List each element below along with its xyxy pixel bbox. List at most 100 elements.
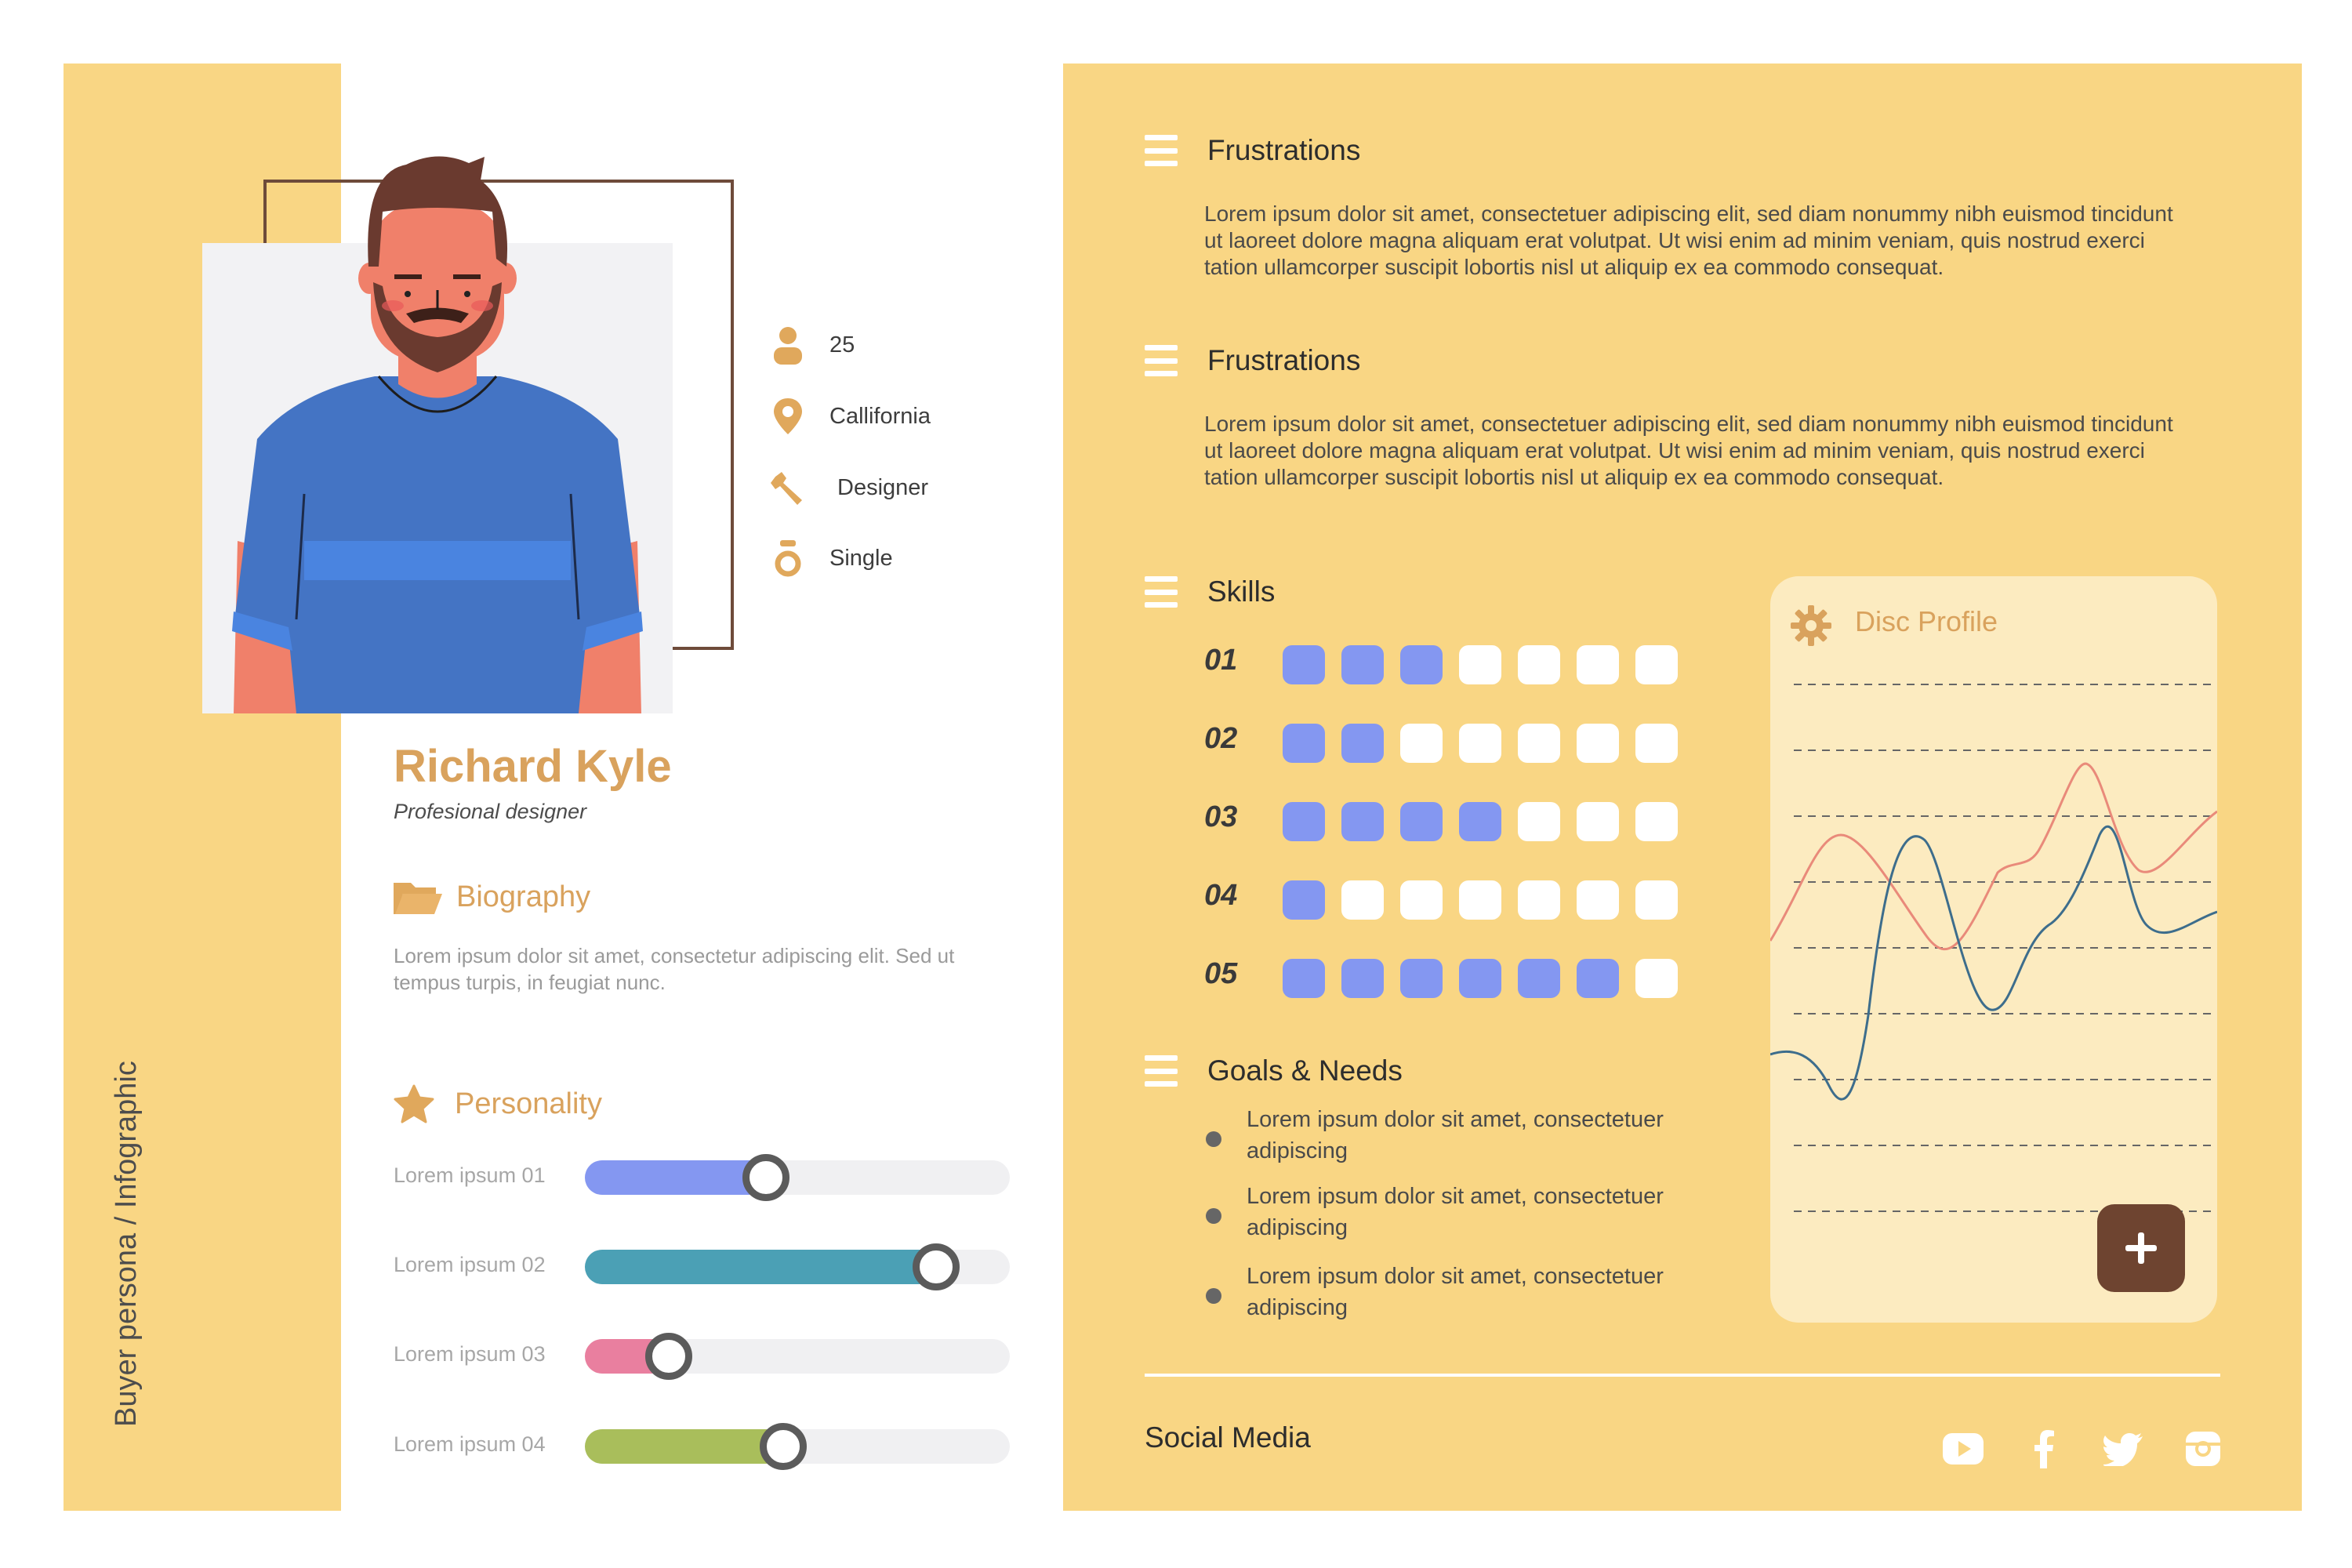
personality-label: Lorem ipsum 02 xyxy=(394,1253,546,1276)
personality-slider[interactable] xyxy=(585,1423,1010,1470)
slider-knob[interactable] xyxy=(760,1423,808,1470)
menu-lines-icon xyxy=(1145,345,1178,376)
info-age-text: 25 xyxy=(829,332,855,358)
person-role: Profesional designer xyxy=(394,800,587,823)
gear-icon xyxy=(1791,605,1831,650)
skill-dot-filled xyxy=(1459,802,1501,841)
skill-number: 02 xyxy=(1204,722,1238,755)
skill-dot-filled xyxy=(1283,802,1325,841)
skill-dot-empty xyxy=(1577,645,1619,684)
info-job: Designer xyxy=(770,467,928,508)
folder-icon xyxy=(394,883,442,914)
divider xyxy=(1145,1374,2220,1377)
personality-slider[interactable] xyxy=(585,1243,1010,1290)
skill-dot-empty xyxy=(1577,724,1619,763)
frustrations-title-1: Frustrations xyxy=(1207,134,1361,166)
skill-dot-empty xyxy=(1518,880,1560,920)
disc-line-blue xyxy=(1770,826,2217,1101)
slider-fill xyxy=(585,1160,767,1195)
personality-label: Lorem ipsum 03 xyxy=(394,1342,546,1366)
wrench-icon xyxy=(770,467,806,508)
frustrations-text-2: Lorem ipsum dolor sit amet, consectetuer… xyxy=(1204,412,2173,489)
disc-line-red xyxy=(1770,762,2217,951)
skill-dot-empty xyxy=(1459,724,1501,763)
info-status-text: Single xyxy=(829,545,893,571)
add-button[interactable] xyxy=(2097,1204,2185,1292)
skill-dot-empty xyxy=(1400,724,1443,763)
skill-dot-filled xyxy=(1459,959,1501,998)
frustrations-title-2: Frustrations xyxy=(1207,344,1361,376)
frustrations-heading-1: Frustrations xyxy=(1145,134,1360,167)
avatar xyxy=(232,156,643,713)
goals-title: Goals & Needs xyxy=(1207,1054,1403,1087)
personality-label: Lorem ipsum 01 xyxy=(394,1163,546,1187)
social-media-title: Social Media xyxy=(1145,1421,1311,1454)
disc-gridlines xyxy=(1794,684,2217,1212)
goal-bullet xyxy=(1206,1131,1221,1147)
skill-dot-empty xyxy=(1635,880,1678,920)
skill-dot-filled xyxy=(1283,880,1325,920)
menu-lines-icon xyxy=(1145,135,1178,166)
skill-dot-filled xyxy=(1400,802,1443,841)
twitter-icon[interactable] xyxy=(2103,1428,2144,1469)
goal-bullet xyxy=(1206,1208,1221,1224)
location-pin-icon xyxy=(770,396,806,437)
skill-dot-empty xyxy=(1635,802,1678,841)
slider-fill xyxy=(585,1250,937,1284)
user-icon xyxy=(770,325,806,365)
personality-slider[interactable] xyxy=(585,1154,1010,1201)
skill-dot-empty xyxy=(1577,880,1619,920)
goal-bullet xyxy=(1206,1288,1221,1304)
skill-number: 03 xyxy=(1204,800,1238,833)
star-icon xyxy=(394,1084,434,1123)
slider-knob[interactable] xyxy=(913,1243,960,1290)
skill-dot-empty xyxy=(1518,645,1560,684)
skill-dot-filled xyxy=(1341,959,1384,998)
frustrations-text-1: Lorem ipsum dolor sit amet, consectetuer… xyxy=(1204,201,2173,279)
skill-dot-filled xyxy=(1283,645,1325,684)
slider-knob[interactable] xyxy=(742,1154,790,1201)
skill-dot-filled xyxy=(1518,959,1560,998)
menu-lines-icon xyxy=(1145,1055,1178,1087)
skill-dot-empty xyxy=(1459,880,1501,920)
personality-label: Lorem ipsum 04 xyxy=(394,1432,546,1456)
skill-dot-empty xyxy=(1341,880,1384,920)
skill-dot-filled xyxy=(1400,645,1443,684)
info-status: Single xyxy=(770,538,893,579)
instagram-icon[interactable] xyxy=(2183,1428,2223,1469)
person-name: Richard Kyle xyxy=(394,741,672,792)
goals-heading: Goals & Needs xyxy=(1145,1054,1403,1087)
skill-dot-empty xyxy=(1635,645,1678,684)
info-location-text: Callifornia xyxy=(829,403,931,429)
biography-text: Lorem ipsum dolor sit amet, consectetur … xyxy=(394,944,955,994)
goal-item: Lorem ipsum dolor sit amet, consectetuer… xyxy=(1247,1184,1664,1240)
youtube-icon[interactable] xyxy=(1943,1428,1984,1469)
ring-icon xyxy=(770,538,806,579)
disc-profile-title: Disc Profile xyxy=(1855,605,1998,637)
skill-number: 05 xyxy=(1204,957,1238,990)
skill-dot-filled xyxy=(1400,959,1443,998)
skill-dot-filled xyxy=(1283,724,1325,763)
skill-dot-filled xyxy=(1341,724,1384,763)
personality-slider[interactable] xyxy=(585,1333,1010,1380)
goal-item: Lorem ipsum dolor sit amet, consectetuer… xyxy=(1247,1107,1664,1163)
skills-heading: Skills xyxy=(1145,575,1275,608)
skill-dot-empty xyxy=(1635,959,1678,998)
facebook-icon[interactable] xyxy=(2023,1428,2063,1469)
skill-number: 04 xyxy=(1204,879,1238,912)
plus-icon xyxy=(2125,1232,2157,1264)
vertical-label: Buyer persona / Infographic xyxy=(110,1061,143,1427)
slider-knob[interactable] xyxy=(644,1333,692,1380)
skill-dot-empty xyxy=(1459,645,1501,684)
skills-title: Skills xyxy=(1207,575,1276,608)
skill-dot-filled xyxy=(1341,802,1384,841)
menu-lines-icon xyxy=(1145,576,1178,608)
skill-dot-filled xyxy=(1341,645,1384,684)
skill-dot-empty xyxy=(1518,802,1560,841)
info-age: 25 xyxy=(770,325,855,365)
skill-dot-empty xyxy=(1577,802,1619,841)
frustrations-heading-2: Frustrations xyxy=(1145,344,1360,377)
goal-item: Lorem ipsum dolor sit amet, consectetuer… xyxy=(1247,1264,1664,1320)
biography-heading: Biography xyxy=(394,878,590,916)
skill-dot-empty xyxy=(1400,880,1443,920)
